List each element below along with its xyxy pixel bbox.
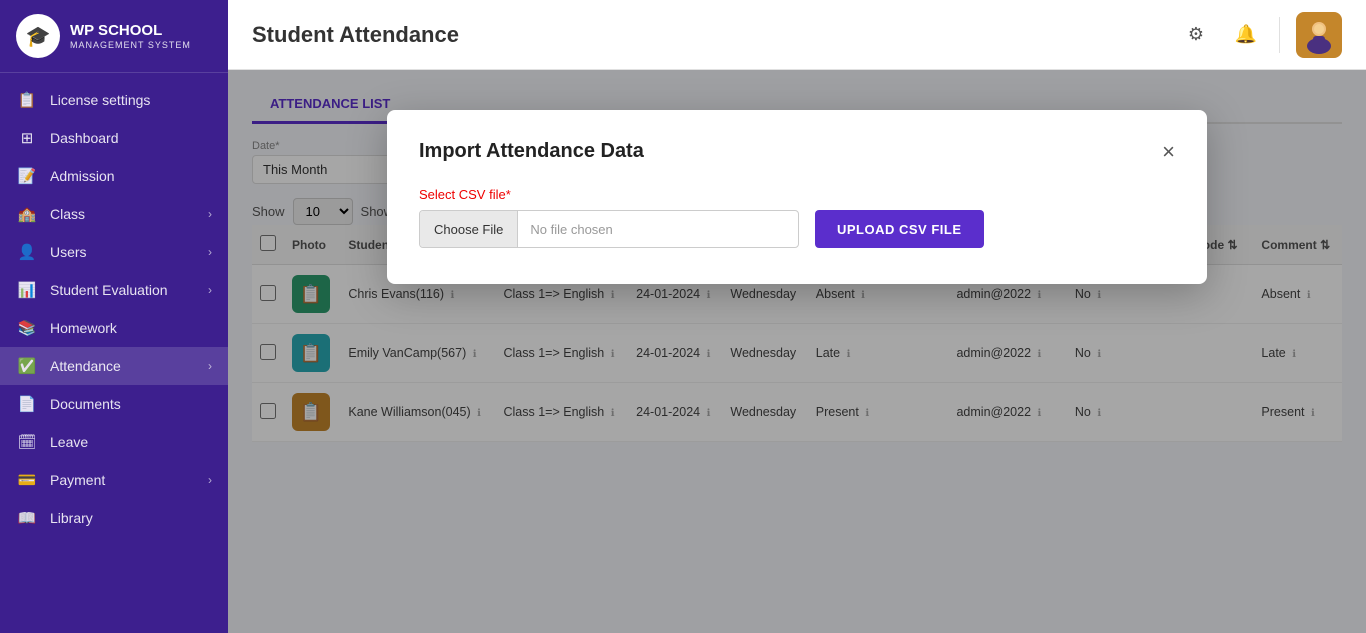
content-area: ATTENDANCE LIST Date* Show 10 25 50 100 …: [228, 70, 1366, 633]
admission-icon: 📝: [16, 167, 38, 185]
choose-file-button[interactable]: Choose File: [420, 211, 518, 247]
sidebar-item-label: Homework: [50, 320, 117, 336]
sidebar-item-leave[interactable]: 🗓 Leave: [0, 423, 228, 461]
homework-icon: 📚: [16, 319, 38, 337]
import-modal: Import Attendance Data × Select CSV file…: [387, 110, 1207, 284]
logo-title: WP SCHOOL: [70, 22, 191, 40]
sidebar-item-label: Attendance: [50, 358, 121, 374]
license-icon: 📋: [16, 91, 38, 109]
sidebar-item-label: Leave: [50, 434, 88, 450]
documents-icon: 📄: [16, 395, 38, 413]
payment-icon: 💳: [16, 471, 38, 489]
sidebar-item-label: Users: [50, 244, 87, 260]
file-input-wrap: Choose File No file chosen: [419, 210, 799, 248]
header-actions: ⚙ 🔔: [1179, 12, 1342, 58]
sidebar-item-homework[interactable]: 📚 Homework: [0, 309, 228, 347]
sidebar-item-class[interactable]: 🏫 Class ›: [0, 195, 228, 233]
dashboard-icon: ⊞: [16, 129, 38, 147]
sidebar-item-student-evaluation[interactable]: 📊 Student Evaluation ›: [0, 271, 228, 309]
sidebar-item-dashboard[interactable]: ⊞ Dashboard: [0, 119, 228, 157]
modal-title: Import Attendance Data: [419, 140, 644, 163]
modal-overlay: Import Attendance Data × Select CSV file…: [228, 70, 1366, 633]
sidebar-item-label: Library: [50, 510, 93, 526]
sidebar-item-library[interactable]: 📖 Library: [0, 499, 228, 537]
upload-csv-button[interactable]: UPLOAD CSV FILE: [815, 210, 984, 248]
main-content: Student Attendance ⚙ 🔔 ATTENDANCE LIST: [228, 0, 1366, 633]
sidebar-item-label: Class: [50, 206, 85, 222]
chevron-right-icon: ›: [208, 473, 212, 487]
header: Student Attendance ⚙ 🔔: [228, 0, 1366, 70]
sidebar-item-admission[interactable]: 📝 Admission: [0, 157, 228, 195]
sidebar-item-label: License settings: [50, 92, 150, 108]
library-icon: 📖: [16, 509, 38, 527]
sidebar-item-label: Dashboard: [50, 130, 119, 146]
sidebar-item-payment[interactable]: 💳 Payment ›: [0, 461, 228, 499]
notification-icon[interactable]: 🔔: [1229, 18, 1263, 52]
evaluation-icon: 📊: [16, 281, 38, 299]
chevron-right-icon: ›: [208, 245, 212, 259]
leave-icon: 🗓: [16, 433, 38, 451]
logo-icon: 🎓: [16, 14, 60, 58]
close-button[interactable]: ×: [1162, 141, 1175, 163]
sidebar: 🎓 WP SCHOOL MANAGEMENT SYSTEM 📋 License …: [0, 0, 228, 633]
class-icon: 🏫: [16, 205, 38, 223]
sidebar-item-users[interactable]: 👤 Users ›: [0, 233, 228, 271]
logo-subtitle: MANAGEMENT SYSTEM: [70, 40, 191, 50]
sidebar-item-label: Student Evaluation: [50, 282, 168, 298]
file-row: Choose File No file chosen UPLOAD CSV FI…: [419, 210, 1175, 248]
file-name-display: No file chosen: [518, 222, 624, 237]
sidebar-item-documents[interactable]: 📄 Documents: [0, 385, 228, 423]
sidebar-nav: 📋 License settings ⊞ Dashboard 📝 Admissi…: [0, 73, 228, 545]
sidebar-item-label: Admission: [50, 168, 115, 184]
sidebar-item-license[interactable]: 📋 License settings: [0, 81, 228, 119]
divider: [1279, 17, 1280, 53]
avatar[interactable]: [1296, 12, 1342, 58]
chevron-right-icon: ›: [208, 283, 212, 297]
sidebar-item-label: Documents: [50, 396, 121, 412]
users-icon: 👤: [16, 243, 38, 261]
sidebar-item-label: Payment: [50, 472, 105, 488]
sidebar-item-attendance[interactable]: ✅ Attendance ›: [0, 347, 228, 385]
modal-header: Import Attendance Data ×: [419, 140, 1175, 163]
file-field-label: Select CSV file*: [419, 187, 1175, 202]
settings-icon[interactable]: ⚙: [1179, 18, 1213, 52]
sidebar-logo: 🎓 WP SCHOOL MANAGEMENT SYSTEM: [0, 0, 228, 73]
chevron-right-icon: ›: [208, 207, 212, 221]
chevron-right-icon: ›: [208, 359, 212, 373]
attendance-icon: ✅: [16, 357, 38, 375]
page-title: Student Attendance: [252, 22, 459, 48]
modal-body: Select CSV file* Choose File No file cho…: [419, 187, 1175, 248]
